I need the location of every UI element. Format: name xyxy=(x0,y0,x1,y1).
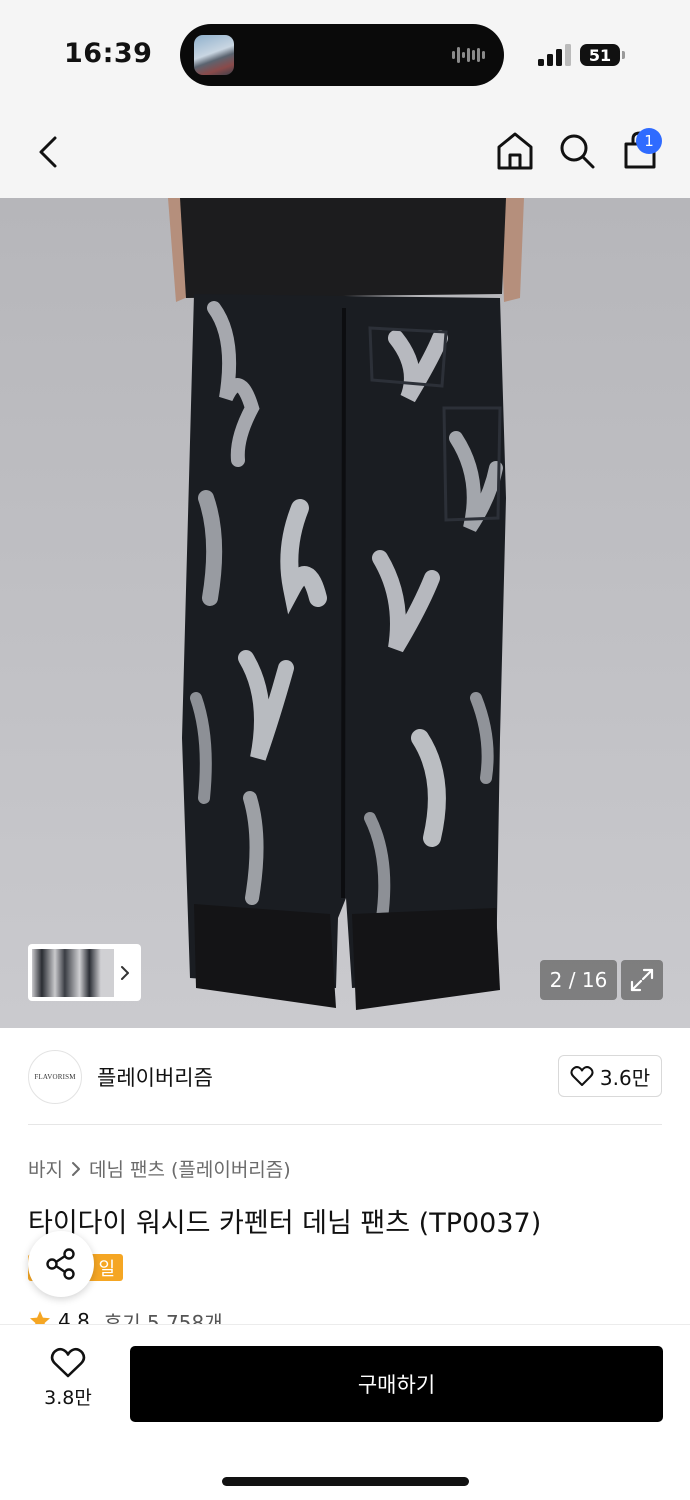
brand-like-button[interactable]: 3.6만 xyxy=(558,1055,662,1097)
brand-logo[interactable]: FLAVORISM xyxy=(28,1050,82,1104)
top-nav-bar xyxy=(0,104,690,198)
brand-row[interactable]: FLAVORISM 플레이버리즘 3.6만 xyxy=(0,1028,690,1126)
product-like-button[interactable]: 3.8만 xyxy=(32,1347,104,1417)
back-button[interactable] xyxy=(28,130,68,174)
brand-name[interactable]: 플레이버리즘 xyxy=(97,1062,213,1092)
heart-icon xyxy=(570,1066,594,1086)
gallery-thumbnail-strip[interactable] xyxy=(28,944,141,1001)
back-chevron-icon xyxy=(39,136,57,168)
search-button[interactable] xyxy=(556,128,598,174)
bottom-action-bar: 3.8만 구매하기 xyxy=(0,1324,690,1500)
product-page: 16:39 51 1 2 / 16 FLAVORISM 플레이버리즘 3.6만 … xyxy=(0,0,690,1500)
search-icon xyxy=(560,134,595,169)
product-image[interactable] xyxy=(0,198,690,1028)
home-indicator[interactable] xyxy=(222,1477,469,1486)
now-playing-thumbnail xyxy=(194,35,234,75)
status-bar: 16:39 51 xyxy=(0,0,690,104)
share-icon xyxy=(46,1248,75,1280)
cart-count-badge: 1 xyxy=(636,128,662,154)
status-time: 16:39 xyxy=(64,38,153,69)
sale-badge-label: 일 xyxy=(98,1258,115,1280)
brand-logo-text: FLAVORISM xyxy=(34,1073,76,1081)
brand-like-count: 3.6만 xyxy=(599,1065,651,1090)
category-breadcrumb: 바지 데님 팬츠 (플레이버리즘) xyxy=(28,1155,291,1182)
breadcrumb-item-subcategory[interactable]: 데님 팬츠 (플레이버리즘) xyxy=(89,1155,291,1182)
chevron-right-icon xyxy=(71,1161,80,1176)
chevron-right-icon xyxy=(121,965,129,980)
battery-indicator: 51 xyxy=(580,44,620,66)
buy-button[interactable]: 구매하기 xyxy=(130,1346,663,1422)
section-divider xyxy=(28,1124,662,1125)
share-button[interactable] xyxy=(28,1231,94,1297)
home-icon xyxy=(497,132,533,170)
product-title: 타이다이 워시드 카펜터 데님 팬츠 (TP0037) xyxy=(28,1208,542,1239)
home-button[interactable] xyxy=(494,128,536,174)
battery-tip xyxy=(622,51,625,59)
breadcrumb-item-category[interactable]: 바지 xyxy=(28,1155,63,1182)
expand-icon xyxy=(630,968,654,992)
gallery-counter: 2 / 16 xyxy=(540,960,617,1000)
dynamic-island[interactable] xyxy=(180,24,504,86)
gallery-thumbnail[interactable] xyxy=(32,948,114,997)
cellular-signal-icon xyxy=(538,44,571,66)
product-photo-illustration xyxy=(0,198,690,1028)
audio-wave-icon xyxy=(452,47,485,63)
heart-icon xyxy=(50,1347,86,1378)
fullscreen-button[interactable] xyxy=(621,960,663,1000)
product-like-count: 3.8만 xyxy=(44,1387,92,1409)
